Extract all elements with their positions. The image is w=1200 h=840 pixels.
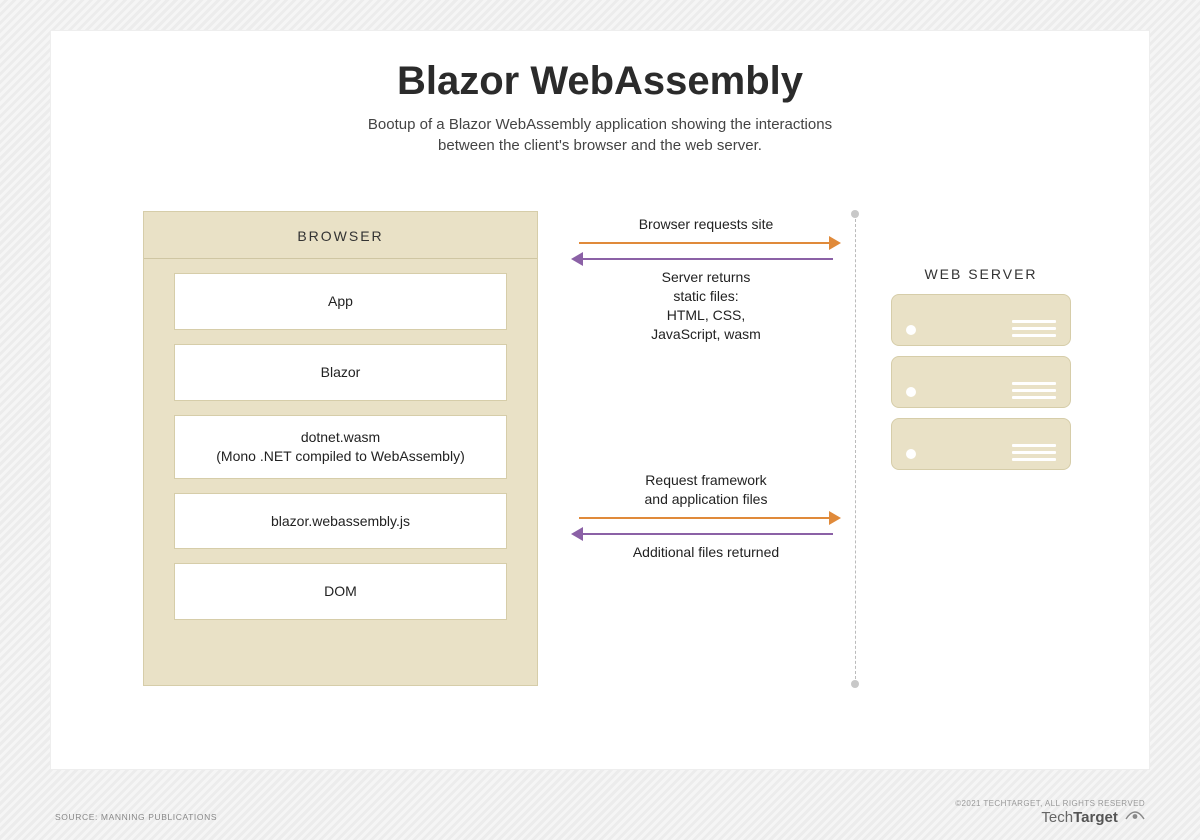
arrow-request-site: [561, 236, 851, 250]
server-lifeline: [855, 214, 856, 684]
footer-right: ©2021 TECHTARGET, ALL RIGHTS RESERVED Te…: [955, 799, 1145, 826]
web-server-label: WEB SERVER: [891, 266, 1071, 282]
server-rack-icon: [891, 294, 1071, 346]
server-rack-icon: [891, 418, 1071, 470]
interaction-column: Browser requests site Server returns sta…: [561, 211, 851, 686]
diagram-subtitle: Bootup of a Blazor WebAssembly applicati…: [51, 114, 1149, 156]
lifeline-dot-bottom: [851, 680, 859, 688]
techtarget-logo: TechTarget: [955, 809, 1145, 826]
subtitle-line-1: Bootup of a Blazor WebAssembly applicati…: [368, 116, 832, 133]
arrow-return-static: [561, 252, 851, 266]
server-rack-icon: [891, 356, 1071, 408]
browser-header: BROWSER: [144, 212, 537, 259]
web-server-panel: WEB SERVER: [891, 266, 1071, 480]
layer-blazor-js: blazor.webassembly.js: [174, 493, 507, 550]
layer-dotnet-line-1: dotnet.wasm: [301, 429, 380, 445]
arrow-request-framework: [561, 511, 851, 525]
diagram-card: Blazor WebAssembly Bootup of a Blazor We…: [50, 30, 1150, 770]
browser-panel: BROWSER App Blazor dotnet.wasm (Mono .NE…: [143, 211, 538, 686]
label-return-static: Server returns static files: HTML, CSS, …: [561, 268, 851, 344]
lifeline-dot-top: [851, 210, 859, 218]
logo-part-2: Target: [1073, 809, 1118, 826]
source-attribution: SOURCE: MANNING PUBLICATIONS: [55, 812, 217, 822]
layer-dotnet-line-2: (Mono .NET compiled to WebAssembly): [216, 448, 464, 464]
label-request-framework: Request framework and application files: [561, 471, 851, 509]
subtitle-line-2: between the client's browser and the web…: [438, 137, 762, 154]
logo-part-1: Tech: [1041, 809, 1073, 826]
eye-icon: [1125, 808, 1145, 825]
label-request-site: Browser requests site: [561, 215, 851, 234]
copyright-text: ©2021 TECHTARGET, ALL RIGHTS RESERVED: [955, 799, 1145, 808]
diagram-title: Blazor WebAssembly: [51, 59, 1149, 104]
arrow-return-additional: [561, 527, 851, 541]
layer-dotnet-wasm: dotnet.wasm (Mono .NET compiled to WebAs…: [174, 415, 507, 479]
diagram-body: BROWSER App Blazor dotnet.wasm (Mono .NE…: [51, 211, 1149, 731]
layer-dom: DOM: [174, 563, 507, 620]
layer-app: App: [174, 273, 507, 330]
layer-blazor: Blazor: [174, 344, 507, 401]
label-return-additional: Additional files returned: [561, 543, 851, 562]
